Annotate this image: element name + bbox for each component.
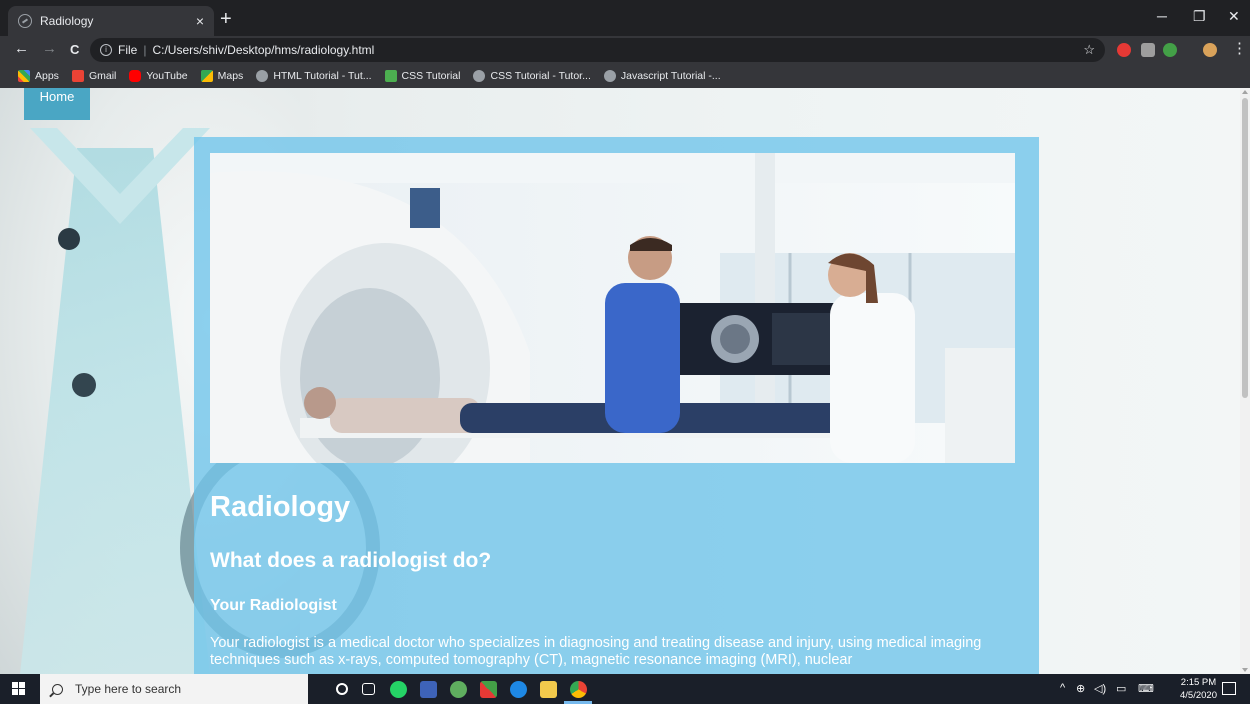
scrollbar-thumb[interactable] <box>1242 98 1248 398</box>
task-view-icon[interactable] <box>362 683 375 695</box>
tray-overflow-chevron-icon[interactable]: ^ <box>1060 682 1065 694</box>
maps-icon <box>200 70 213 82</box>
scroll-up-arrow-icon[interactable] <box>1242 90 1248 94</box>
tab-close-icon[interactable]: × <box>196 13 204 29</box>
new-tab-button[interactable]: + <box>220 9 232 29</box>
maximize-window-button[interactable]: ❐ <box>1193 8 1206 25</box>
reload-button[interactable]: C <box>70 42 79 57</box>
store-icon[interactable] <box>480 681 497 698</box>
browser-tab-bar: Radiology × + ─ ❐ ✕ <box>0 0 1250 36</box>
cortana-icon[interactable] <box>336 683 348 695</box>
bookmark-label: CSS Tutorial <box>401 70 461 82</box>
bookmark-html-tutorial[interactable]: HTML Tutorial - Tut... <box>256 70 372 82</box>
bookmark-css-tutorial-tutor[interactable]: CSS Tutorial - Tutor... <box>473 70 591 82</box>
taskbar-search-placeholder: Type here to search <box>75 682 182 696</box>
extension-red-icon[interactable] <box>1117 43 1131 57</box>
browser-menu-icon[interactable]: ⋮ <box>1232 39 1247 57</box>
minimize-window-button[interactable]: ─ <box>1157 8 1167 24</box>
edge-icon[interactable] <box>510 681 527 698</box>
taskbar-search-box[interactable]: Type here to search <box>40 674 308 704</box>
bookmark-label: Javascript Tutorial -... <box>620 70 721 82</box>
windows-start-button[interactable] <box>12 682 26 696</box>
taskbar-clock[interactable]: 2:15 PM 4/5/2020 <box>1180 676 1217 702</box>
body-paragraph: Your radiologist is a medical doctor who… <box>210 635 982 668</box>
background-coat-button <box>72 373 96 397</box>
extension-green-icon[interactable] <box>1163 43 1177 57</box>
bookmark-apps[interactable]: Apps <box>18 70 59 82</box>
page-title: Radiology <box>210 491 351 523</box>
bookmark-gmail[interactable]: Gmail <box>71 70 117 82</box>
w3schools-green-icon <box>384 70 397 82</box>
scroll-down-arrow-icon[interactable] <box>1242 668 1248 672</box>
bookmark-javascript-tutorial[interactable]: Javascript Tutorial -... <box>603 70 721 82</box>
bookmark-label: CSS Tutorial - Tutor... <box>490 70 591 82</box>
tab-radiology[interactable]: Radiology × <box>8 6 214 36</box>
action-center-icon[interactable] <box>1222 682 1236 695</box>
bookmark-star-icon[interactable]: ☆ <box>1083 42 1095 58</box>
gmail-icon <box>71 70 84 82</box>
extension-gray-icon[interactable] <box>1141 43 1155 57</box>
youtube-icon <box>129 70 142 82</box>
address-separator: | <box>143 43 147 57</box>
page-favicon-icon <box>18 14 32 28</box>
forward-button[interactable]: → <box>42 40 57 57</box>
address-bar[interactable]: i File | C:/Users/shiv/Desktop/hms/radio… <box>90 38 1105 62</box>
bookmark-label: Maps <box>217 70 244 82</box>
apps-grid-icon <box>18 70 30 82</box>
page-scrollbar[interactable] <box>1240 88 1250 674</box>
network-globe-icon[interactable]: ⊕ <box>1076 682 1085 695</box>
app-green-icon[interactable] <box>450 681 467 698</box>
bookmark-label: YouTube <box>146 70 188 82</box>
section-heading: Your Radiologist <box>210 597 337 614</box>
browser-toolbar: ← → C i File | C:/Users/shiv/Desktop/hms… <box>0 36 1250 64</box>
chrome-icon[interactable] <box>570 681 587 698</box>
bookmark-label: Apps <box>35 70 59 82</box>
bookmark-label: Gmail <box>88 70 117 82</box>
address-scheme-label: File <box>118 43 138 57</box>
profile-avatar-icon[interactable] <box>1203 43 1217 57</box>
keyboard-icon[interactable]: ⌨ <box>1138 682 1154 695</box>
bookmark-css-tutorial[interactable]: CSS Tutorial <box>384 70 461 82</box>
whatsapp-icon[interactable] <box>390 681 407 698</box>
page-viewport: Home Radiology What does a radiologist d… <box>0 88 1240 674</box>
clock-date: 4/5/2020 <box>1180 690 1217 701</box>
tab-title: Radiology <box>40 14 94 28</box>
bookmark-youtube[interactable]: YouTube <box>129 70 188 82</box>
battery-icon[interactable]: ▭ <box>1116 682 1126 695</box>
bookmarks-bar: Apps Gmail YouTube Maps HTML Tutorial - … <box>0 64 1250 88</box>
page-subtitle: What does a radiologist do? <box>210 549 492 572</box>
windows-taskbar: Type here to search ^ ⊕ ◁) ▭ ⌨ 2:15 PM 4… <box>0 674 1250 704</box>
close-window-button[interactable]: ✕ <box>1228 8 1240 25</box>
w3schools-icon <box>603 70 616 82</box>
volume-icon[interactable]: ◁) <box>1094 682 1106 695</box>
bookmark-maps[interactable]: Maps <box>200 70 244 82</box>
search-icon <box>52 683 63 695</box>
mri-scene-illustration <box>210 153 1015 463</box>
w3schools-icon <box>473 70 486 82</box>
file-explorer-icon[interactable] <box>540 681 557 698</box>
site-info-icon[interactable]: i <box>100 44 112 56</box>
background-coat-button <box>58 228 80 250</box>
radiology-hero-image <box>210 153 1015 463</box>
radiology-content-panel: Radiology What does a radiologist do? Yo… <box>194 137 1039 674</box>
address-url[interactable]: C:/Users/shiv/Desktop/hms/radiology.html <box>152 43 374 57</box>
back-button[interactable]: ← <box>14 40 29 57</box>
developer-app-icon[interactable] <box>420 681 437 698</box>
clock-time: 2:15 PM <box>1180 677 1217 688</box>
w3schools-icon <box>256 70 269 82</box>
home-nav-button[interactable]: Home <box>24 88 90 120</box>
bookmark-label: HTML Tutorial - Tut... <box>273 70 372 82</box>
